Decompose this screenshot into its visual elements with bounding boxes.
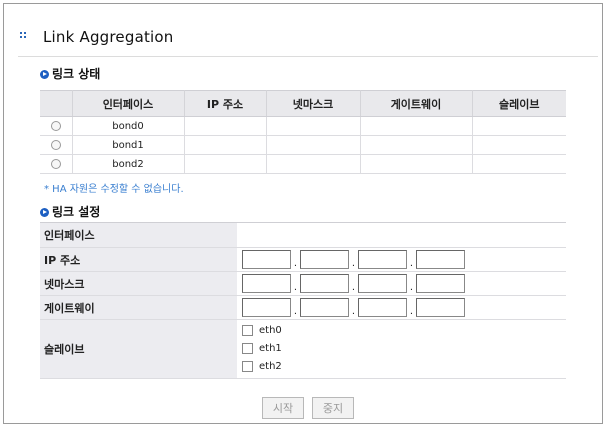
interface-cell: bond1 (72, 135, 185, 155)
column-header: 게이트웨이 (360, 90, 473, 117)
column-header: 슬레이브 (472, 90, 566, 117)
eth0-label: eth0 (259, 325, 282, 336)
netmask-cell (266, 116, 361, 136)
eth1-label: eth1 (259, 343, 282, 354)
bond2-radio[interactable] (50, 158, 61, 169)
table-row: bond1 (40, 135, 566, 155)
netmask-octet-3-input[interactable] (358, 274, 407, 293)
interface-cell: bond0 (72, 116, 185, 136)
config-row-ip: IP 주소 ... (40, 247, 566, 272)
config-row-interface: 인터페이스 (40, 222, 566, 248)
eth0-checkbox[interactable] (242, 324, 253, 336)
table-row: bond2 (40, 154, 566, 174)
column-header: 인터페이스 (72, 90, 185, 117)
list-item: eth0 (242, 322, 566, 340)
section-arrow-icon (40, 70, 49, 79)
stop-button[interactable]: 중지 (312, 397, 354, 419)
slave-cell (472, 135, 566, 155)
gateway-cell (360, 135, 473, 155)
column-header (40, 90, 73, 117)
slave-checklist: eth0 eth1 eth2 (237, 319, 566, 379)
link-status-heading-text: 링크 상태 (52, 67, 101, 81)
eth2-label: eth2 (259, 361, 282, 372)
gateway-label: 게이트웨이 (40, 295, 237, 320)
config-row-netmask: 넷마스크 ... (40, 271, 566, 296)
eth1-checkbox[interactable] (242, 342, 253, 354)
gateway-field-group: ... (237, 295, 566, 320)
section-arrow-icon (40, 208, 49, 217)
slave-label: 슬레이브 (40, 319, 237, 379)
netmask-octet-4-input[interactable] (416, 274, 465, 293)
start-button[interactable]: 시작 (262, 397, 304, 419)
page-title: Link Aggregation (43, 28, 174, 46)
gateway-octet-2-input[interactable] (300, 298, 349, 317)
netmask-cell (266, 135, 361, 155)
ip-octet-2-input[interactable] (300, 250, 349, 269)
interface-value (237, 222, 566, 248)
gateway-octet-3-input[interactable] (358, 298, 407, 317)
link-config-heading: 링크 설정 (40, 205, 100, 219)
title-bullet-icon (20, 32, 27, 40)
table-header-row: 인터페이스 IP 주소 넷마스크 게이트웨이 슬레이브 (40, 90, 566, 117)
ip-cell (184, 116, 267, 136)
ip-label: IP 주소 (40, 247, 237, 272)
title-bar: Link Aggregation (18, 28, 598, 57)
netmask-label: 넷마스크 (40, 271, 237, 296)
list-item: eth2 (242, 358, 566, 376)
gateway-cell (360, 116, 473, 136)
netmask-cell (266, 154, 361, 174)
ip-octet-1-input[interactable] (242, 250, 291, 269)
ha-note: * HA 자원은 수정할 수 없습니다. (44, 184, 184, 195)
bond1-radio[interactable] (50, 139, 61, 150)
ip-cell (184, 135, 267, 155)
interface-label: 인터페이스 (40, 222, 237, 248)
gateway-octet-4-input[interactable] (416, 298, 465, 317)
slave-cell (472, 154, 566, 174)
link-status-heading: 링크 상태 (40, 67, 100, 81)
table-row: bond0 (40, 116, 566, 136)
ip-octet-3-input[interactable] (358, 250, 407, 269)
column-header: 넷마스크 (266, 90, 361, 117)
slave-cell (472, 116, 566, 136)
ip-field-group: ... (237, 247, 566, 272)
ip-octet-4-input[interactable] (416, 250, 465, 269)
gateway-octet-1-input[interactable] (242, 298, 291, 317)
interface-cell: bond2 (72, 154, 185, 174)
bond0-radio[interactable] (50, 120, 61, 131)
eth2-checkbox[interactable] (242, 360, 253, 372)
config-row-gateway: 게이트웨이 ... (40, 295, 566, 320)
column-header: IP 주소 (184, 90, 267, 117)
link-status-table: 인터페이스 IP 주소 넷마스크 게이트웨이 슬레이브 bond0 bond1 … (40, 90, 566, 174)
config-row-slave: 슬레이브 eth0 eth1 eth2 (40, 319, 566, 379)
gateway-cell (360, 154, 473, 174)
netmask-octet-2-input[interactable] (300, 274, 349, 293)
list-item: eth1 (242, 340, 566, 358)
ip-cell (184, 154, 267, 174)
netmask-field-group: ... (237, 271, 566, 296)
link-config-heading-text: 링크 설정 (52, 205, 101, 219)
netmask-octet-1-input[interactable] (242, 274, 291, 293)
link-config-table: 인터페이스 IP 주소 ... 넷마스크 ... 게이트웨이 ... 슬레이브 … (40, 222, 566, 379)
